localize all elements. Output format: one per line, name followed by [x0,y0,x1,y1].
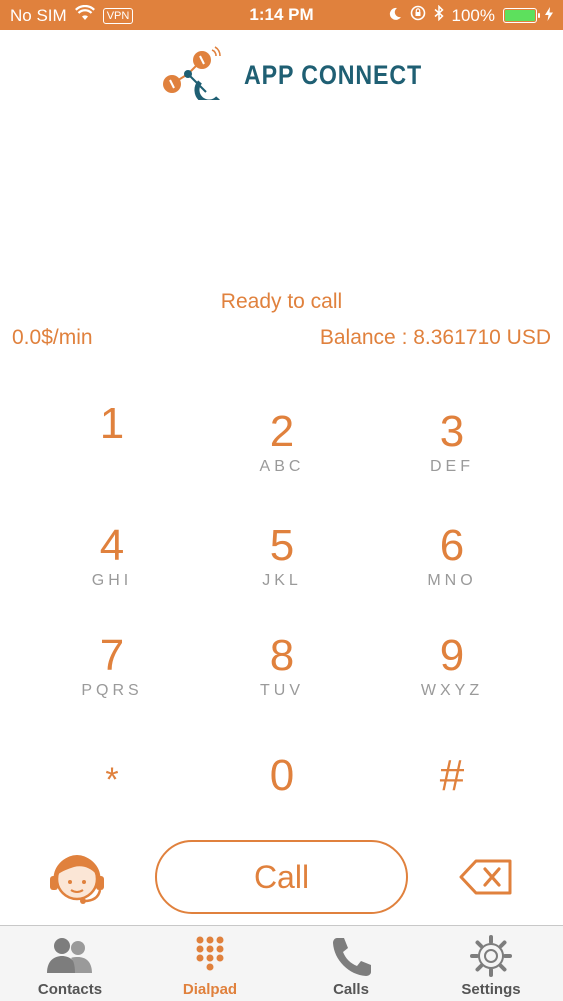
key-letters: GHI [91,572,133,589]
key-digit: 6 [439,521,465,570]
support-agent-button[interactable] [44,845,110,911]
ready-status: Ready to call [220,290,343,313]
battery-icon [503,8,540,23]
key-digit: 4 [99,521,125,570]
key-letters: ABC [259,458,305,475]
key-digit: 8 [269,631,295,680]
logo-mark-icon [163,46,221,100]
key-digit: * [105,761,119,799]
key-digit: 7 [99,631,125,680]
app-logo: APP CONNECT [160,44,421,100]
dial-key-2[interactable]: 2 ABC [207,408,357,476]
key-digit: 5 [269,521,295,570]
tab-dialpad[interactable]: Dialpad [140,926,280,1001]
charging-icon [545,6,553,26]
backspace-icon [459,859,512,895]
dial-key-3[interactable]: 3 DEF [377,408,527,476]
backspace-button[interactable] [458,857,514,897]
support-agent-icon [50,855,104,904]
key-letters: PQRS [81,682,143,699]
key-letters: WXYZ [420,682,484,699]
dial-key-7[interactable]: 7 PQRS [37,632,187,700]
dial-key-9[interactable]: 9 WXYZ [377,632,527,700]
key-digit: 9 [439,631,465,680]
dial-key-8[interactable]: 8 TUV [207,632,357,700]
account-balance: Balance : 8.361710 USD [319,326,551,349]
dial-key-star[interactable]: * [37,756,187,804]
tab-label: Dialpad [182,981,238,998]
dial-key-4[interactable]: 4 GHI [37,522,187,590]
logo-text: APP CONNECT [244,60,423,90]
dial-key-6[interactable]: 6 MNO [377,522,527,590]
key-digit: 2 [269,407,295,456]
key-letters: DEF [430,458,474,475]
tab-settings[interactable]: Settings [421,926,561,1001]
key-letters: JKL [262,572,302,589]
gear-icon [470,935,512,982]
key-digit: 1 [99,399,125,448]
tab-label: Calls [333,981,369,998]
tab-bar: Contacts Dialpad Calls Settings [0,925,563,1001]
key-digit: 0 [269,751,295,800]
tab-contacts[interactable]: Contacts [0,926,140,1001]
key-digit: # [439,751,465,800]
moon-icon [388,6,402,26]
key-digit: 3 [439,407,465,456]
dial-key-0[interactable]: 0 [207,752,357,800]
dial-key-1[interactable]: 1 [37,400,187,450]
tab-label: Settings [461,981,521,998]
contacts-icon [45,935,95,980]
rotation-lock-icon [410,5,426,26]
key-letters: MNO [427,572,477,589]
status-right: 100% [388,4,553,26]
dial-key-hash[interactable]: # [377,752,527,800]
call-button[interactable]: Call [155,840,408,914]
status-bar: No SIM VPN 1:14 PM 100% [0,0,563,30]
tab-calls[interactable]: Calls [281,926,421,1001]
battery-percent: 100% [451,5,495,25]
tab-label: Contacts [37,981,103,998]
key-letters: TUV [260,682,304,699]
call-rate: 0.0$/min [12,326,93,349]
bluetooth-icon [434,4,444,26]
phone-icon [329,935,373,982]
dial-key-5[interactable]: 5 JKL [207,522,357,590]
dialpad-icon [195,935,225,980]
